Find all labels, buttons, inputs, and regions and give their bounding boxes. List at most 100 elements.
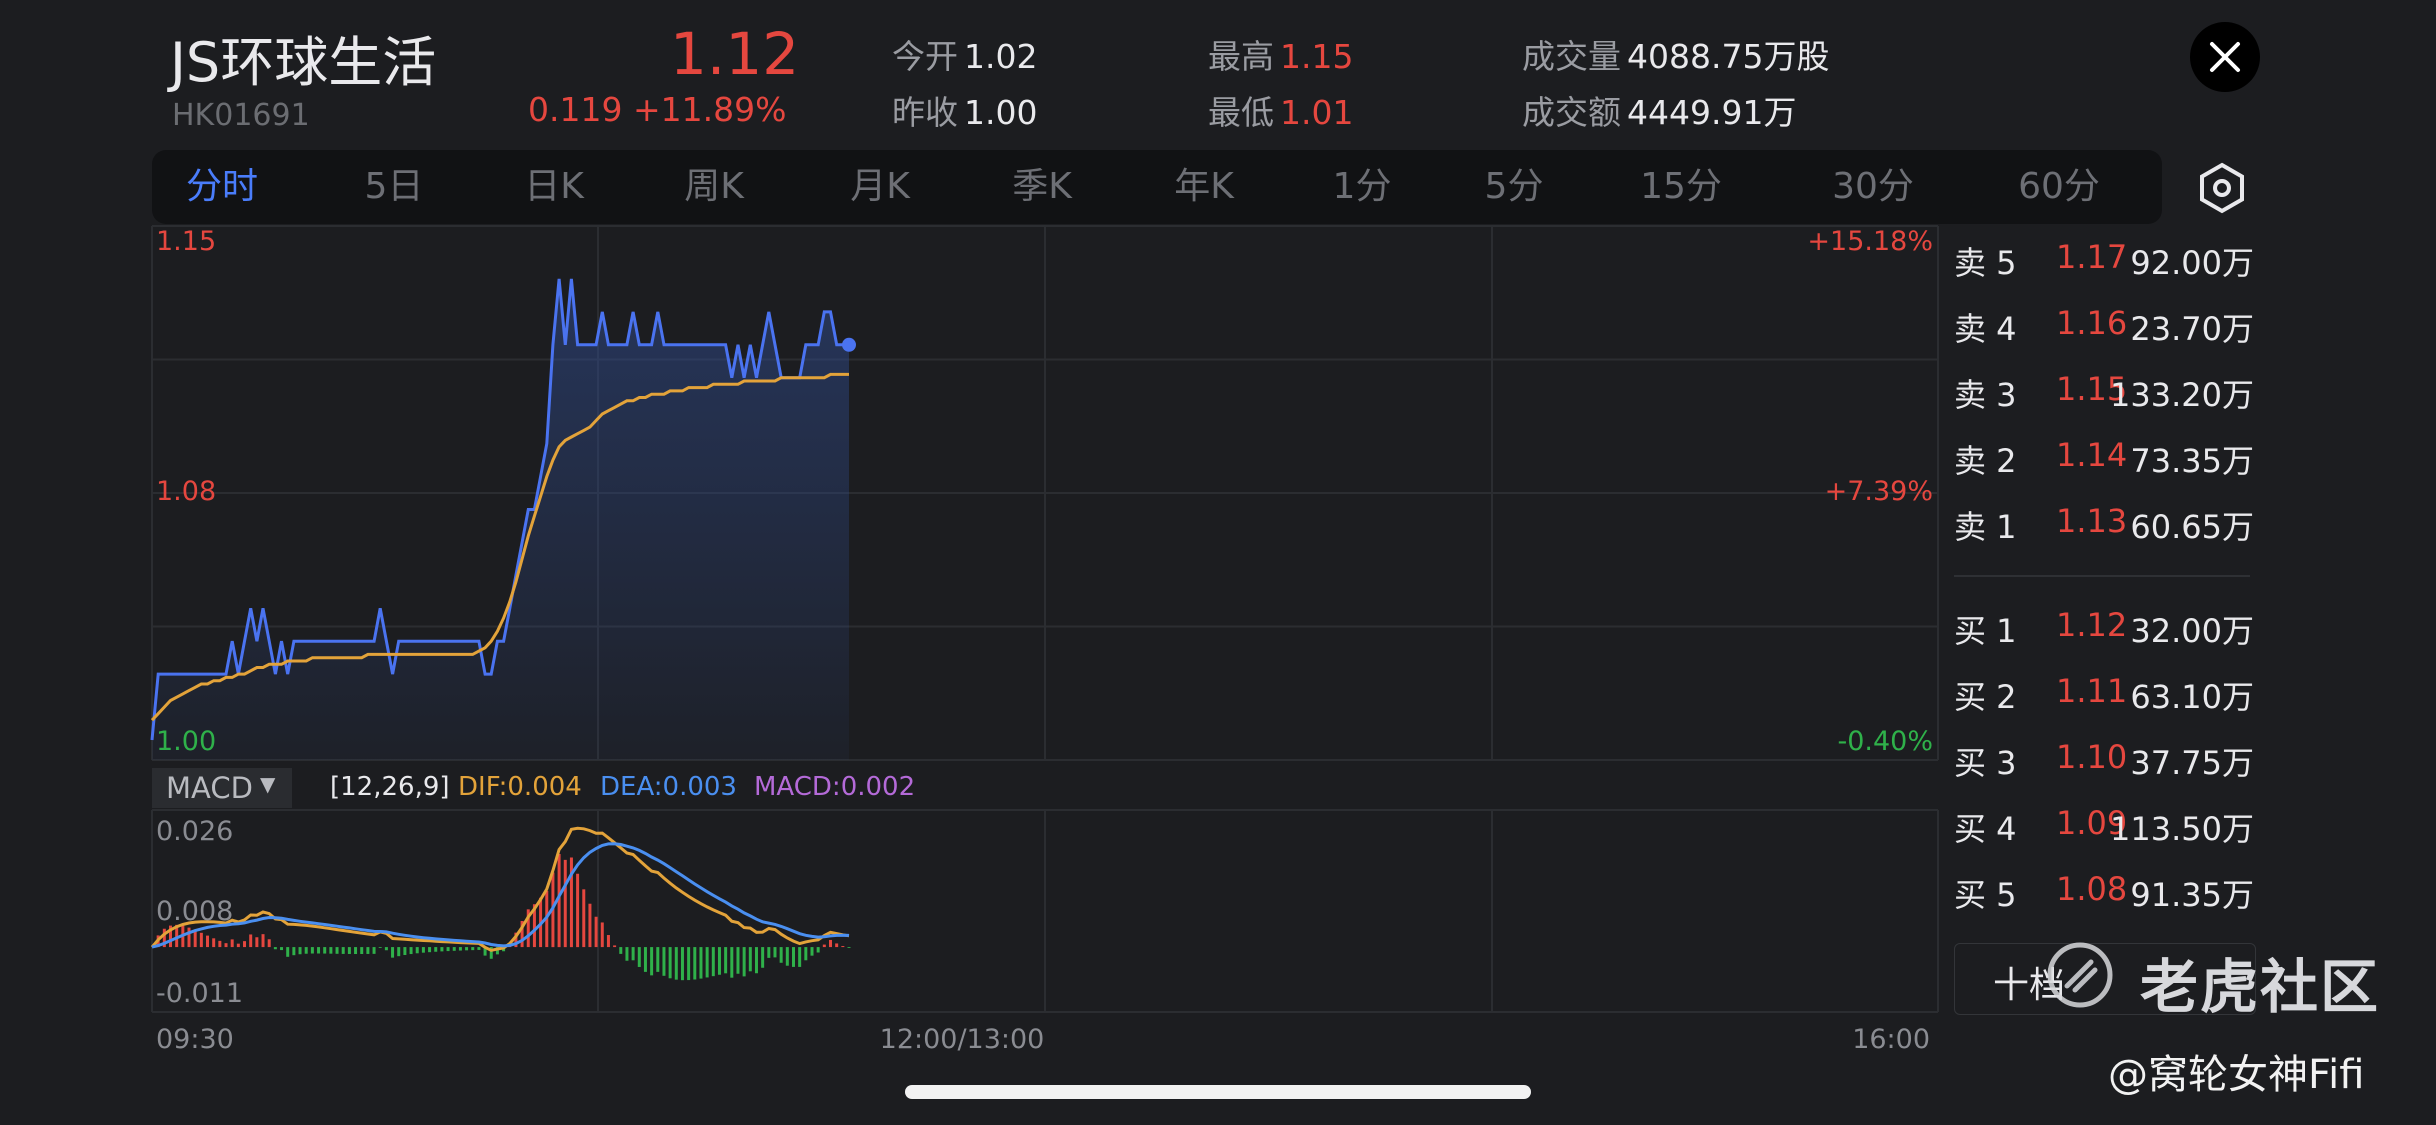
stat-low-value: 1.01 (1280, 93, 1354, 132)
ask-side: 卖 2 (1954, 442, 2017, 480)
stat-volume-value: 4088.75万股 (1627, 37, 1830, 76)
stat-turnover-value: 4449.91万 (1627, 93, 1797, 132)
macd-panel (150, 826, 851, 981)
macd-params: [12,26,9] (330, 772, 450, 802)
bid-price: 1.10 (2056, 738, 2128, 776)
last-price-dot (842, 337, 856, 352)
order-book-divider (1954, 575, 2250, 577)
stat-open-value: 1.02 (964, 37, 1038, 76)
close-button[interactable] (2190, 22, 2260, 92)
macd-dif-value: DIF:0.004 (458, 772, 582, 802)
settings-hexagon-icon (2200, 162, 2244, 214)
ask-side: 卖 3 (1954, 376, 2017, 414)
tab-5-day[interactable]: 5日 (342, 150, 446, 224)
bid-row-5[interactable]: 买 5 1.08 91.35万 (1954, 870, 2254, 914)
avg-price-line (150, 372, 849, 722)
price-label-top: 1.15 (156, 226, 216, 257)
ask-row-5[interactable]: 卖 5 1.17 92.00万 (1954, 238, 2254, 282)
bid-side: 买 3 (1954, 744, 2017, 782)
ask-volume: 92.00万 (2130, 244, 2254, 282)
price-label-bottom: 1.00 (156, 726, 216, 757)
bid-side: 买 4 (1954, 810, 2017, 848)
bid-row-3[interactable]: 买 3 1.10 37.75万 (1954, 738, 2254, 782)
chart-settings-button[interactable] (2196, 162, 2248, 214)
stat-prev-close-label: 昨收 (892, 93, 958, 132)
stat-turnover-label: 成交额 (1522, 93, 1621, 132)
indicator-selector[interactable]: MACD ▼ (152, 768, 292, 808)
current-price: 1.12 (670, 20, 800, 88)
price-label-mid: 1.08 (156, 476, 216, 507)
chart-grid (151, 225, 1939, 1013)
ask-row-1[interactable]: 卖 1 1.13 60.65万 (1954, 502, 2254, 546)
bid-volume: 37.75万 (2130, 744, 2254, 782)
bid-price: 1.08 (2056, 870, 2128, 908)
bid-side: 买 5 (1954, 876, 2017, 914)
bid-volume: 32.00万 (2130, 612, 2254, 650)
bid-side: 买 2 (1954, 678, 2017, 716)
macd-macd-value: MACD:0.002 (754, 772, 916, 802)
time-label-end: 16:00 (1852, 1024, 1930, 1055)
bid-volume: 113.50万 (2110, 810, 2254, 848)
price-panel (150, 278, 856, 760)
stat-volume-label: 成交量 (1522, 37, 1621, 76)
bid-volume: 91.35万 (2130, 876, 2254, 914)
tab-intraday[interactable]: 分时 (170, 150, 274, 224)
bid-row-1[interactable]: 买 1 1.12 32.00万 (1954, 606, 2254, 650)
tab-1-min[interactable]: 1分 (1310, 150, 1414, 224)
ask-price: 1.14 (2056, 436, 2128, 474)
bid-side: 买 1 (1954, 612, 2017, 650)
ask-row-3[interactable]: 卖 3 1.15 133.20万 (1954, 370, 2254, 414)
macd-label-top: 0.026 (156, 816, 233, 847)
home-indicator[interactable] (905, 1085, 1531, 1099)
tab-day-k[interactable]: 日K (502, 150, 606, 224)
tab-5-min[interactable]: 5分 (1462, 150, 1566, 224)
tab-quarter-k[interactable]: 季K (990, 150, 1094, 224)
stat-high-value: 1.15 (1280, 37, 1354, 76)
pct-label-bottom: -0.40% (1837, 726, 1933, 757)
bid-price: 1.11 (2056, 672, 2128, 710)
stock-name: JS环球生活 (170, 31, 437, 94)
timeframe-tab-bar: 分时 5日 日K 周K 月K 季K 年K 1分 5分 15分 30分 60分 (152, 150, 2162, 224)
pct-label-mid: +7.39% (1825, 476, 1933, 507)
ask-side: 卖 5 (1954, 244, 2017, 282)
ask-side: 卖 4 (1954, 310, 2017, 348)
ask-volume: 133.20万 (2110, 376, 2254, 414)
stat-open: 今开 1.02 (892, 30, 1037, 78)
ask-side: 卖 1 (1954, 508, 2017, 546)
tab-year-k[interactable]: 年K (1152, 150, 1256, 224)
stat-open-label: 今开 (892, 37, 958, 76)
stat-low: 最低 1.01 (1208, 86, 1353, 134)
macd-dea-value: DEA:0.003 (600, 772, 737, 802)
ask-volume: 23.70万 (2130, 310, 2254, 348)
tab-week-k[interactable]: 周K (662, 150, 766, 224)
tab-30-min[interactable]: 30分 (1818, 150, 1928, 224)
ask-price: 1.16 (2056, 304, 2128, 342)
bid-price: 1.12 (2056, 606, 2128, 644)
axis-labels: 1.15 1.08 1.00 +15.18% +7.39% -0.40% 0.0… (156, 226, 1933, 1055)
price-line (150, 278, 849, 741)
ask-price: 1.17 (2056, 238, 2128, 276)
price-change: 0.119 +11.89% (528, 90, 787, 129)
tiger-logo-icon (2047, 942, 2113, 1008)
tab-month-k[interactable]: 月K (828, 150, 932, 224)
tab-60-min[interactable]: 60分 (2004, 150, 2114, 224)
ask-row-2[interactable]: 卖 2 1.14 73.35万 (1954, 436, 2254, 480)
price-area (152, 278, 849, 760)
tab-15-min[interactable]: 15分 (1626, 150, 1736, 224)
bid-row-4[interactable]: 买 4 1.09 113.50万 (1954, 804, 2254, 848)
indicator-selector-label: MACD (166, 771, 253, 805)
time-label-start: 09:30 (156, 1024, 234, 1055)
ask-row-4[interactable]: 卖 4 1.16 23.70万 (1954, 304, 2254, 348)
stat-volume: 成交量 4088.75万股 (1522, 30, 1829, 78)
dif-line (150, 826, 850, 952)
watermark-brand: 老虎社区 (2140, 953, 2381, 1021)
dea-line (151, 842, 850, 949)
stat-high: 最高 1.15 (1208, 30, 1353, 78)
stat-low-label: 最低 (1208, 93, 1274, 132)
stat-prev-close: 昨收 1.00 (892, 86, 1037, 134)
stat-high-label: 最高 (1208, 37, 1274, 76)
macd-label-mid: 0.008 (156, 896, 233, 927)
macd-label-bottom: -0.011 (156, 978, 243, 1009)
ask-price: 1.13 (2056, 502, 2128, 540)
bid-row-2[interactable]: 买 2 1.11 63.10万 (1954, 672, 2254, 716)
